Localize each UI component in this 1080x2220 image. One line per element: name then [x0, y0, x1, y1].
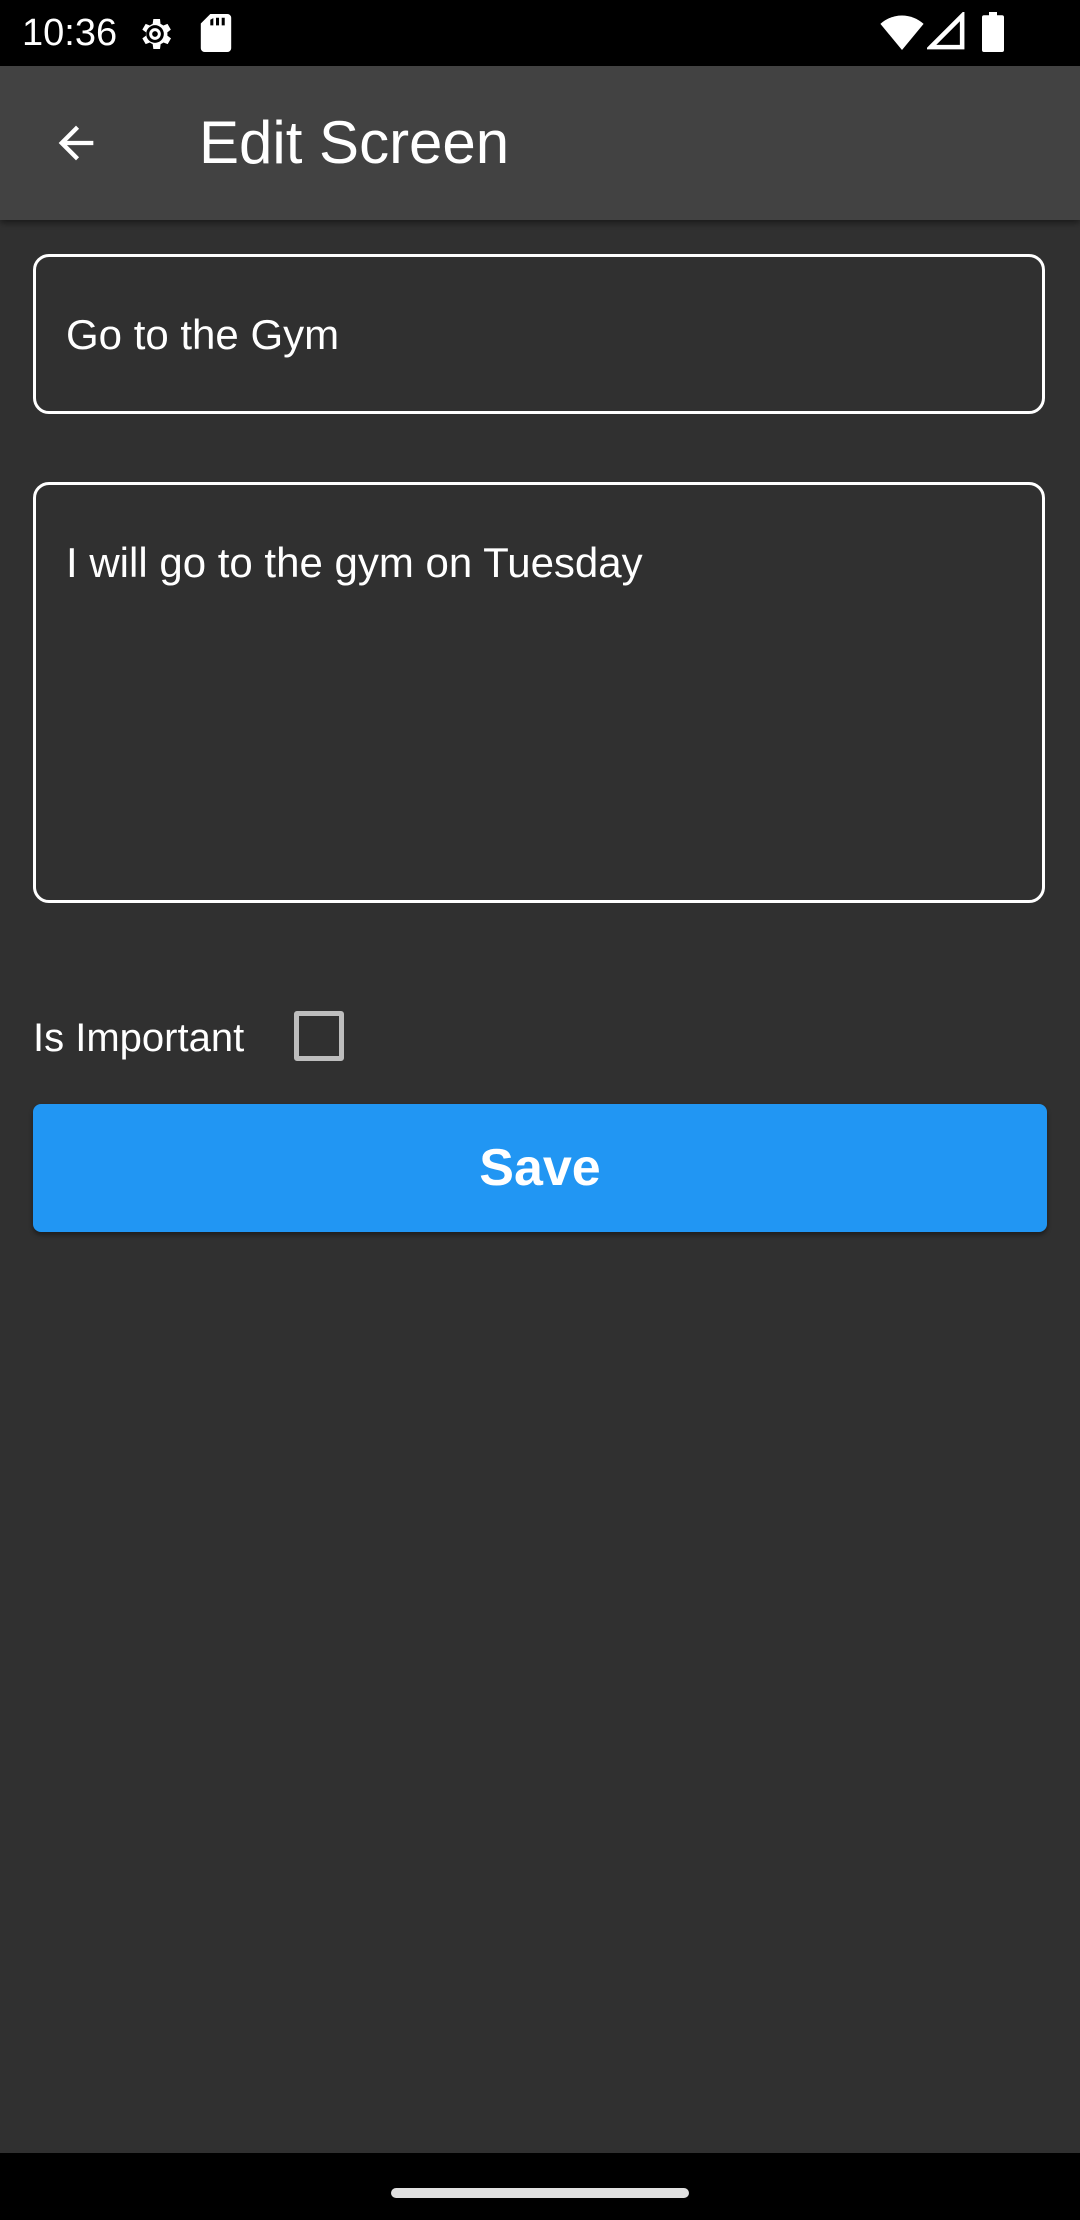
- back-button[interactable]: [28, 101, 124, 185]
- home-indicator[interactable]: [391, 2188, 689, 2198]
- description-field: I will go to the gym on Tuesday: [33, 482, 1045, 903]
- description-input[interactable]: I will go to the gym on Tuesday: [66, 535, 1012, 870]
- page-title: Edit Screen: [199, 109, 510, 176]
- save-button[interactable]: Save: [33, 1104, 1047, 1232]
- app-bar: Edit Screen: [0, 66, 1080, 220]
- status-bar: 10:36: [0, 0, 1080, 66]
- title-field: [33, 254, 1045, 414]
- arrow-back-icon: [58, 125, 94, 161]
- title-input[interactable]: [66, 307, 1012, 363]
- status-time: 10:36: [22, 12, 118, 54]
- wifi-icon: [880, 15, 924, 50]
- sd-card-icon: [200, 14, 232, 52]
- signal-icon: [927, 12, 965, 50]
- important-row: Is Important: [33, 1000, 433, 1076]
- navigation-bar: [0, 2153, 1080, 2220]
- important-checkbox[interactable]: [294, 1011, 344, 1061]
- settings-icon: [142, 19, 171, 49]
- important-label: Is Important: [33, 1016, 245, 1060]
- battery-icon: [982, 12, 1004, 52]
- edit-screen: 10:36 Edit Screen I will go to the gym o…: [0, 0, 1080, 2220]
